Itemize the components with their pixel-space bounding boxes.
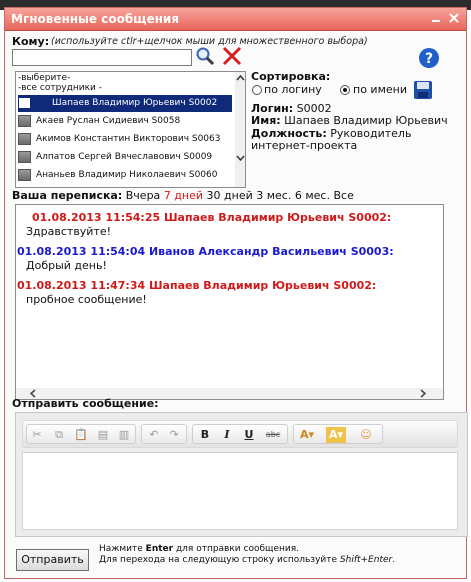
profile-name: Имя: Шапаев Владимир Юрьевич <box>251 114 448 127</box>
chevron-up-icon[interactable] <box>236 74 245 84</box>
avatar <box>18 169 31 181</box>
italic-button[interactable]: I <box>219 427 235 443</box>
profile-position-line2: интернет-проекта <box>251 139 358 152</box>
employee-list[interactable]: -выберите- -все сотрудники - Шапаев Влад… <box>15 71 246 188</box>
message-history[interactable]: 01.08.2013 11:54:25 Шапаев Владимир Юрье… <box>15 204 444 400</box>
copy-icon[interactable]: ⧉ <box>51 427 67 443</box>
messenger-window: Мгновенные сообщения Кому: (используйте … <box>4 7 468 579</box>
avatar <box>18 115 31 127</box>
undo-icon[interactable]: ↶ <box>146 427 162 443</box>
message-text: пробное сообщение! <box>26 293 147 306</box>
sort-label: Сортировка: <box>251 70 331 83</box>
list-item[interactable]: Акаев Руслан Сидиевич S0058 <box>18 113 232 130</box>
strikethrough-button[interactable]: abc <box>263 427 283 443</box>
sort-by-login-label: по логину <box>264 83 322 96</box>
list-scrollbar[interactable] <box>235 72 245 187</box>
filter-all[interactable]: Все <box>333 189 353 202</box>
to-label: Кому: <box>12 35 50 48</box>
list-item[interactable]: Шапаев Владимир Юрьевич S0002 <box>18 95 232 112</box>
paste-text-icon[interactable]: ▤ <box>95 427 111 443</box>
list-option-all[interactable]: -все сотрудники - <box>18 83 102 93</box>
help-icon[interactable]: ? <box>418 47 440 72</box>
editor-toolbar: ✂ ⧉ 📋 ▤ ▥ ↶ ↷ B I U abc A▾ A▾ ☺ <box>22 420 458 448</box>
sort-by-name-radio[interactable] <box>340 85 350 95</box>
cut-icon[interactable]: ✂ <box>29 427 45 443</box>
clear-icon[interactable] <box>221 45 243 70</box>
background-color-button[interactable]: A▾ <box>326 427 346 443</box>
message-text: Здравствуйте! <box>26 225 112 238</box>
filter-7-days[interactable]: 7 дней <box>164 189 203 202</box>
color-group: A▾ A▾ ☺ <box>293 424 383 444</box>
list-item[interactable]: Алпатов Сергей Вячеславович S0009 <box>18 149 232 166</box>
compose-label: Отправить сообщение: <box>12 397 159 410</box>
paste-icon[interactable]: 📋 <box>73 427 89 443</box>
format-group: B I U abc <box>192 424 288 444</box>
history-label: Ваша переписка: <box>12 189 123 202</box>
message-header: 01.08.2013 11:47:34 Шапаев Владимир Юрье… <box>17 279 377 292</box>
recipient-input[interactable] <box>12 49 192 66</box>
avatar <box>18 151 31 163</box>
bold-button[interactable]: B <box>197 427 213 443</box>
send-button[interactable]: Отправить <box>16 549 89 571</box>
chevron-right-icon[interactable] <box>420 389 427 401</box>
list-option-choose[interactable]: -выберите- <box>18 73 70 83</box>
smiley-icon[interactable]: ☺ <box>358 427 374 443</box>
avatar <box>18 133 31 145</box>
sort-by-name-label: по имени <box>353 83 407 96</box>
history-group: ↶ ↷ <box>141 424 187 444</box>
save-icon[interactable] <box>413 80 433 103</box>
minimize-icon[interactable] <box>430 12 442 24</box>
history-filter-bar: Ваша переписка: Вчера 7 дней 30 дней 3 м… <box>12 190 354 202</box>
message-editor: ✂ ⧉ 📋 ▤ ▥ ↶ ↷ B I U abc A▾ A▾ ☺ <box>15 412 468 537</box>
list-item[interactable]: Ананьев Владимир Николаевич S0060 <box>18 167 232 184</box>
filter-yesterday[interactable]: Вчера <box>126 189 161 202</box>
filter-3-months[interactable]: 3 мес. <box>256 189 291 202</box>
sort-by-login-radio[interactable] <box>252 85 262 95</box>
paste-word-icon[interactable]: ▥ <box>116 427 132 443</box>
redo-icon[interactable]: ↷ <box>166 427 182 443</box>
clipboard-group: ✂ ⧉ 📋 ▤ ▥ <box>26 424 136 444</box>
underline-button[interactable]: U <box>241 427 257 443</box>
title-bar[interactable]: Мгновенные сообщения <box>5 8 466 31</box>
list-item[interactable]: Акимов Константин Викторович S0063 <box>18 131 232 148</box>
message-header: 01.08.2013 11:54:04 Иванов Александр Вас… <box>17 245 394 258</box>
chevron-down-icon[interactable] <box>236 154 245 164</box>
send-hint-line1: Нажмите Enter для отправки сообщения. <box>99 544 300 554</box>
send-hint-line2: Для перехода на следующую строку использ… <box>99 555 396 565</box>
svg-text:?: ? <box>425 51 433 67</box>
message-header: 01.08.2013 11:54:25 Шапаев Владимир Юрье… <box>32 211 392 224</box>
filter-6-months[interactable]: 6 мес. <box>295 189 330 202</box>
message-text: Добрый день! <box>26 259 107 272</box>
window-title: Мгновенные сообщения <box>11 12 180 26</box>
message-textarea[interactable] <box>22 452 458 530</box>
text-color-button[interactable]: A▾ <box>297 427 317 443</box>
filter-30-days[interactable]: 30 дней <box>207 189 253 202</box>
search-icon[interactable] <box>195 46 215 69</box>
close-icon[interactable] <box>448 12 460 24</box>
avatar <box>18 97 31 109</box>
